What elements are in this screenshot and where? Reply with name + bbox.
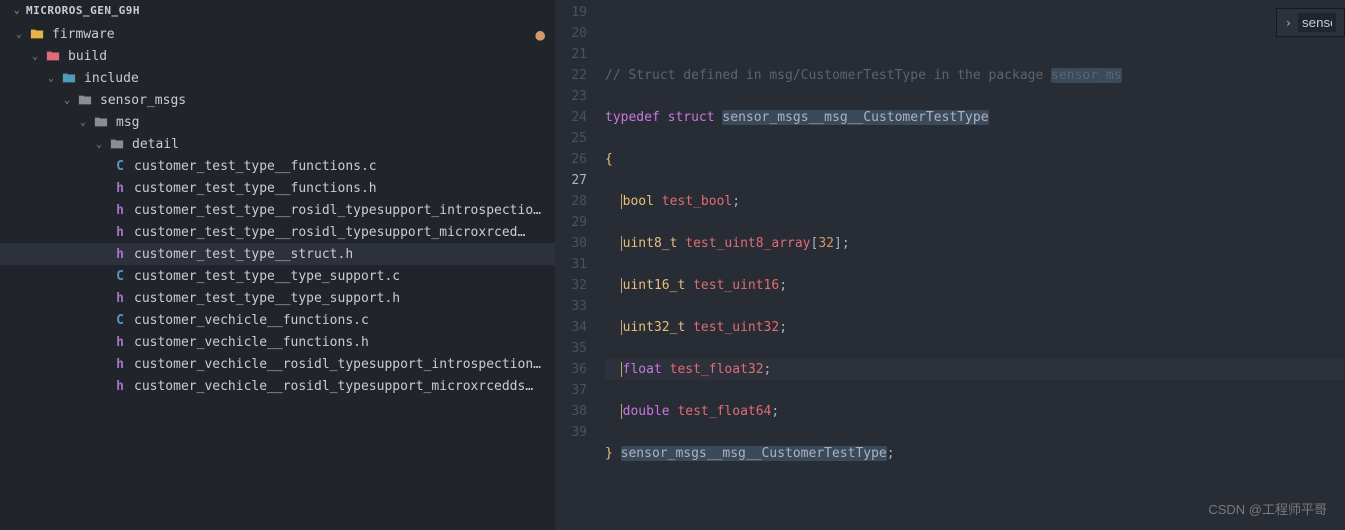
file-item[interactable]: C customer_test_type__functions.c [0,155,555,177]
file-label: customer_vechicle__rosidl_typesupport_mi… [134,379,545,394]
folder-msg[interactable]: ⌄ msg [0,111,555,133]
type-name: sensor_msgs__msg__CustomerTestType [621,446,887,461]
var: test_bool [662,194,732,209]
folder-firmware[interactable]: ⌄ firmware ● [0,23,555,45]
keyword: struct [668,110,715,125]
folder-label: detail [132,137,545,152]
chevron-down-icon: ⌄ [12,29,26,40]
type: bool [623,194,654,209]
folder-sensor-msgs[interactable]: ⌄ sensor_msgs [0,89,555,111]
h-file-icon: h [112,291,128,306]
number: 32 [818,236,834,251]
var: test_float32 [670,362,764,377]
folder-label: build [68,49,545,64]
file-label: customer_test_type__rosidl_typesupport_m… [134,225,545,240]
file-label: customer_vechicle__functions.c [134,313,545,328]
project-title: ⌄ MICROROS_GEN_G9H [0,0,555,21]
search-input[interactable] [1298,13,1336,32]
h-file-icon: h [112,357,128,372]
folder-label: include [84,71,545,86]
file-item-active[interactable]: h customer_test_type__struct.h [0,243,555,265]
line-gutter: 1920212223242526272829303132333435363738… [555,0,605,530]
file-item[interactable]: h customer_vechicle__rosidl_typesupport_… [0,353,555,375]
h-file-icon: h [112,379,128,394]
search-panel: › [1276,8,1345,37]
h-file-icon: h [112,247,128,262]
var: test_uint8_array [685,236,810,251]
folder-icon [76,93,94,107]
var: test_uint16 [693,278,779,293]
type: uint8_t [623,236,678,251]
file-label: customer_test_type__functions.c [134,159,545,174]
folder-label: sensor_msgs [100,93,545,108]
code-content[interactable]: // Struct defined in msg/CustomerTestTyp… [605,0,1345,530]
type: uint32_t [623,320,686,335]
file-item[interactable]: h customer_test_type__type_support.h [0,287,555,309]
chevron-down-icon: ⌄ [92,139,106,150]
file-item[interactable]: C customer_test_type__type_support.c [0,265,555,287]
brace: { [605,152,613,167]
chevron-down-icon: ⌄ [28,51,42,62]
file-label: customer_test_type__type_support.c [134,269,545,284]
h-file-icon: h [112,203,128,218]
folder-label: msg [116,115,545,130]
comment: // Struct defined in msg/CustomerTestTyp… [605,68,1122,83]
h-file-icon: h [112,225,128,240]
type: uint16_t [623,278,686,293]
file-label: customer_vechicle__functions.h [134,335,545,350]
h-file-icon: h [112,181,128,196]
folder-icon [28,27,46,41]
var: test_uint32 [693,320,779,335]
c-file-icon: C [112,159,128,174]
file-item[interactable]: h customer_test_type__rosidl_typesupport… [0,199,555,221]
file-label: customer_test_type__functions.h [134,181,545,196]
chevron-down-icon: ⌄ [44,73,58,84]
file-explorer: ⌄ MICROROS_GEN_G9H ⌄ firmware ● ⌄ build … [0,0,555,530]
chevron-down-icon: ⌄ [76,117,90,128]
file-label: customer_test_type__type_support.h [134,291,545,306]
type-name: sensor_msgs__msg__CustomerTestType [722,110,988,125]
brace: } [605,446,613,461]
file-item[interactable]: h customer_test_type__rosidl_typesupport… [0,221,555,243]
file-label: customer_test_type__struct.h [134,247,545,262]
chevron-right-icon[interactable]: › [1285,16,1292,30]
c-file-icon: C [112,313,128,328]
h-file-icon: h [112,335,128,350]
chevron-down-icon: ⌄ [60,95,74,106]
folder-detail[interactable]: ⌄ detail [0,133,555,155]
folder-icon [44,49,62,63]
project-name: MICROROS_GEN_G9H [26,4,140,17]
file-item[interactable]: h customer_test_type__functions.h [0,177,555,199]
folder-include[interactable]: ⌄ include [0,67,555,89]
file-item[interactable]: h customer_vechicle__rosidl_typesupport_… [0,375,555,397]
folder-build[interactable]: ⌄ build [0,45,555,67]
type: float [623,362,662,377]
file-item[interactable]: h customer_vechicle__functions.h [0,331,555,353]
type: double [623,404,670,419]
c-file-icon: C [112,269,128,284]
keyword: typedef [605,110,660,125]
modified-indicator: ● [535,25,545,44]
file-label: customer_test_type__rosidl_typesupport_i… [134,203,545,218]
folder-label: firmware [52,27,535,42]
chevron-down-icon[interactable]: ⌄ [10,5,24,16]
folder-icon [92,115,110,129]
file-tree: ⌄ firmware ● ⌄ build ⌄ include ⌄ [0,21,555,397]
file-item[interactable]: C customer_vechicle__functions.c [0,309,555,331]
code-editor[interactable]: 1920212223242526272829303132333435363738… [555,0,1345,530]
var: test_float64 [677,404,771,419]
file-label: customer_vechicle__rosidl_typesupport_in… [134,357,545,372]
watermark: CSDN @工程师平哥 [1208,499,1327,518]
folder-icon [60,71,78,85]
folder-icon [108,137,126,151]
